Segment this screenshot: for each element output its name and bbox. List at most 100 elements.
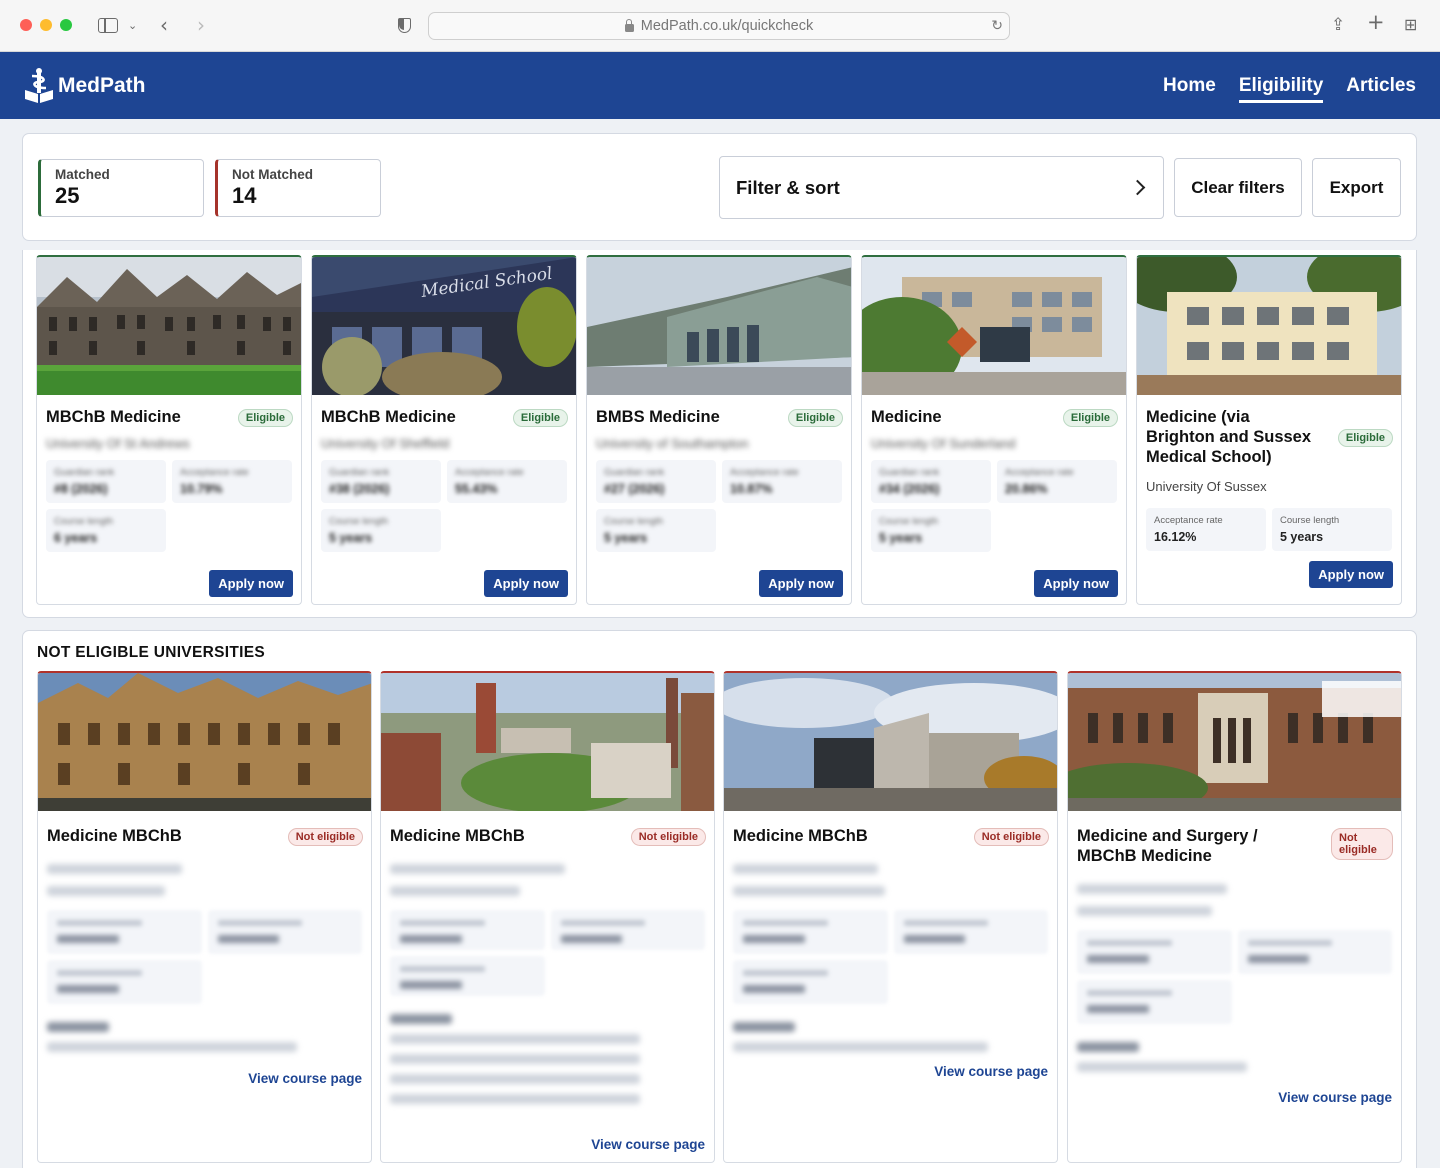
- metric-tile: Guardian rank #34 (2026): [871, 460, 991, 503]
- brand-name: MedPath: [58, 73, 146, 97]
- url-text: MedPath.co.uk/quickcheck: [640, 18, 814, 34]
- university-photo: [862, 257, 1126, 395]
- course-card: Medicine MBChB Not eligible View course …: [723, 671, 1058, 1163]
- view-course-link[interactable]: View course page: [248, 1071, 362, 1086]
- eligible-badge: Eligible: [1337, 429, 1393, 447]
- apply-now-button[interactable]: Apply now: [759, 570, 843, 597]
- metric-tile: [207, 910, 362, 954]
- export-button[interactable]: Export: [1312, 158, 1401, 217]
- university-name: University of Southampton: [596, 436, 749, 451]
- metric-tile: [47, 960, 202, 1004]
- apply-now-button[interactable]: Apply now: [1034, 570, 1118, 597]
- redacted-line: [47, 1042, 297, 1052]
- nav-home[interactable]: Home: [1163, 69, 1216, 103]
- redacted-line: [733, 1022, 795, 1032]
- redacted-line: [390, 886, 520, 896]
- metric-tile: [47, 910, 202, 954]
- minimize-window-button[interactable]: [40, 19, 52, 31]
- not-eligible-badge: Not eligible: [630, 828, 706, 846]
- redacted-line: [1077, 906, 1212, 916]
- view-course-link[interactable]: View course page: [934, 1064, 1048, 1079]
- clear-filters-button[interactable]: Clear filters: [1174, 158, 1302, 217]
- redacted-line: [47, 864, 182, 874]
- metric-tile: [1077, 930, 1232, 974]
- medpath-logo-icon: [25, 67, 53, 103]
- matched-stat[interactable]: Matched 25: [38, 159, 204, 217]
- not-eligible-badge: Not eligible: [1331, 828, 1393, 860]
- university-photo: [724, 673, 1057, 811]
- course-card: Medicine MBChB Not eligible View course …: [380, 671, 715, 1163]
- metric-tile: Acceptance rate 10.79%: [172, 460, 292, 503]
- view-course-link[interactable]: View course page: [591, 1137, 705, 1152]
- redacted-line: [390, 1074, 640, 1084]
- redacted-line: [1077, 1042, 1139, 1052]
- university-photo: [381, 673, 714, 811]
- browser-toolbar: ⌄ ‹ › MedPath.co.uk/quickcheck ↻ ⇪ + ⊞: [0, 0, 1440, 52]
- redacted-line: [390, 1054, 640, 1064]
- not-matched-stat[interactable]: Not Matched 14: [215, 159, 381, 217]
- metric-tile: Course length 5 years: [596, 509, 716, 552]
- redacted-line: [1077, 1062, 1247, 1072]
- apply-now-button[interactable]: Apply now: [484, 570, 568, 597]
- metric-tile: Course length 5 years: [321, 509, 441, 552]
- results-summary-panel: Matched 25 Not Matched 14 Filter & sort …: [22, 133, 1417, 241]
- course-card: BMBS Medicine Eligible University of Sou…: [586, 255, 852, 605]
- forward-arrow-icon[interactable]: ›: [197, 14, 205, 36]
- metric-tile: Acceptance rate 10.87%: [722, 460, 842, 503]
- redacted-line: [47, 1022, 109, 1032]
- eligible-badge: Eligible: [512, 409, 568, 427]
- not-matched-count: 14: [232, 183, 257, 208]
- site-navbar: MedPath Home Eligibility Articles: [0, 52, 1440, 119]
- course-card: Medicine and Surgery / MBChB Medicine No…: [1067, 671, 1402, 1163]
- metric-tile: [1077, 980, 1232, 1024]
- eligible-badge: Eligible: [237, 409, 293, 427]
- redacted-line: [390, 864, 565, 874]
- address-bar[interactable]: MedPath.co.uk/quickcheck ↻: [428, 12, 1010, 40]
- eligible-badge: Eligible: [1062, 409, 1118, 427]
- nav-articles[interactable]: Articles: [1346, 69, 1416, 103]
- metric-tile: Guardian rank #38 (2026): [321, 460, 441, 503]
- redacted-line: [733, 1042, 988, 1052]
- course-card: MBChB Medicine Eligible University Of St…: [36, 255, 302, 605]
- eligible-badge: Eligible: [787, 409, 843, 427]
- university-name: University Of Sheffield: [321, 436, 450, 451]
- close-window-button[interactable]: [20, 19, 32, 31]
- nav-eligibility[interactable]: Eligibility: [1238, 69, 1324, 103]
- university-photo: [1068, 673, 1401, 811]
- metric-tile: [390, 910, 545, 950]
- filter-sort-button[interactable]: Filter & sort: [719, 156, 1164, 219]
- metric-tile: [550, 910, 705, 950]
- tab-overview-icon[interactable]: ⊞: [1404, 14, 1417, 36]
- not-matched-label: Not Matched: [232, 167, 313, 182]
- redacted-line: [1077, 884, 1227, 894]
- view-course-link[interactable]: View course page: [1278, 1090, 1392, 1105]
- university-photo: Medical School: [312, 257, 576, 395]
- eligible-results-panel: MBChB Medicine Eligible University Of St…: [22, 250, 1417, 618]
- filter-sort-label: Filter & sort: [736, 176, 840, 198]
- metric-tile: [893, 910, 1048, 954]
- maximize-window-button[interactable]: [60, 19, 72, 31]
- metric-tile: Acceptance rate 20.86%: [997, 460, 1117, 503]
- metric-tile: Guardian rank #27 (2026): [596, 460, 716, 503]
- back-arrow-icon[interactable]: ‹: [160, 14, 168, 36]
- apply-now-button[interactable]: Apply now: [1309, 561, 1393, 588]
- apply-now-button[interactable]: Apply now: [209, 570, 293, 597]
- reload-icon[interactable]: ↻: [991, 17, 1003, 34]
- metric-tile: [733, 960, 888, 1004]
- metric-tile: Guardian rank #8 (2026): [46, 460, 166, 503]
- redacted-line: [733, 864, 878, 874]
- new-tab-icon[interactable]: +: [1367, 11, 1385, 33]
- not-eligible-badge: Not eligible: [287, 828, 363, 846]
- privacy-shield-icon[interactable]: [398, 18, 411, 33]
- matched-label: Matched: [55, 167, 110, 182]
- chevron-down-icon[interactable]: ⌄: [128, 15, 137, 37]
- brand-logo[interactable]: MedPath: [24, 67, 146, 104]
- metric-tile: Acceptance rate 55.43%: [447, 460, 567, 503]
- university-name: University Of Sussex: [1146, 479, 1267, 494]
- not-eligible-panel: NOT ELIGIBLE UNIVERSITIES Medicine MBChB…: [22, 630, 1417, 1168]
- course-card: Medicine (via Brighton and Sussex Medica…: [1136, 255, 1402, 605]
- share-icon[interactable]: ⇪: [1331, 14, 1345, 36]
- sidebar-toggle-icon[interactable]: [98, 18, 118, 33]
- course-card: Medical School MBChB Medicine Eligible U…: [311, 255, 577, 605]
- redacted-line: [733, 886, 885, 896]
